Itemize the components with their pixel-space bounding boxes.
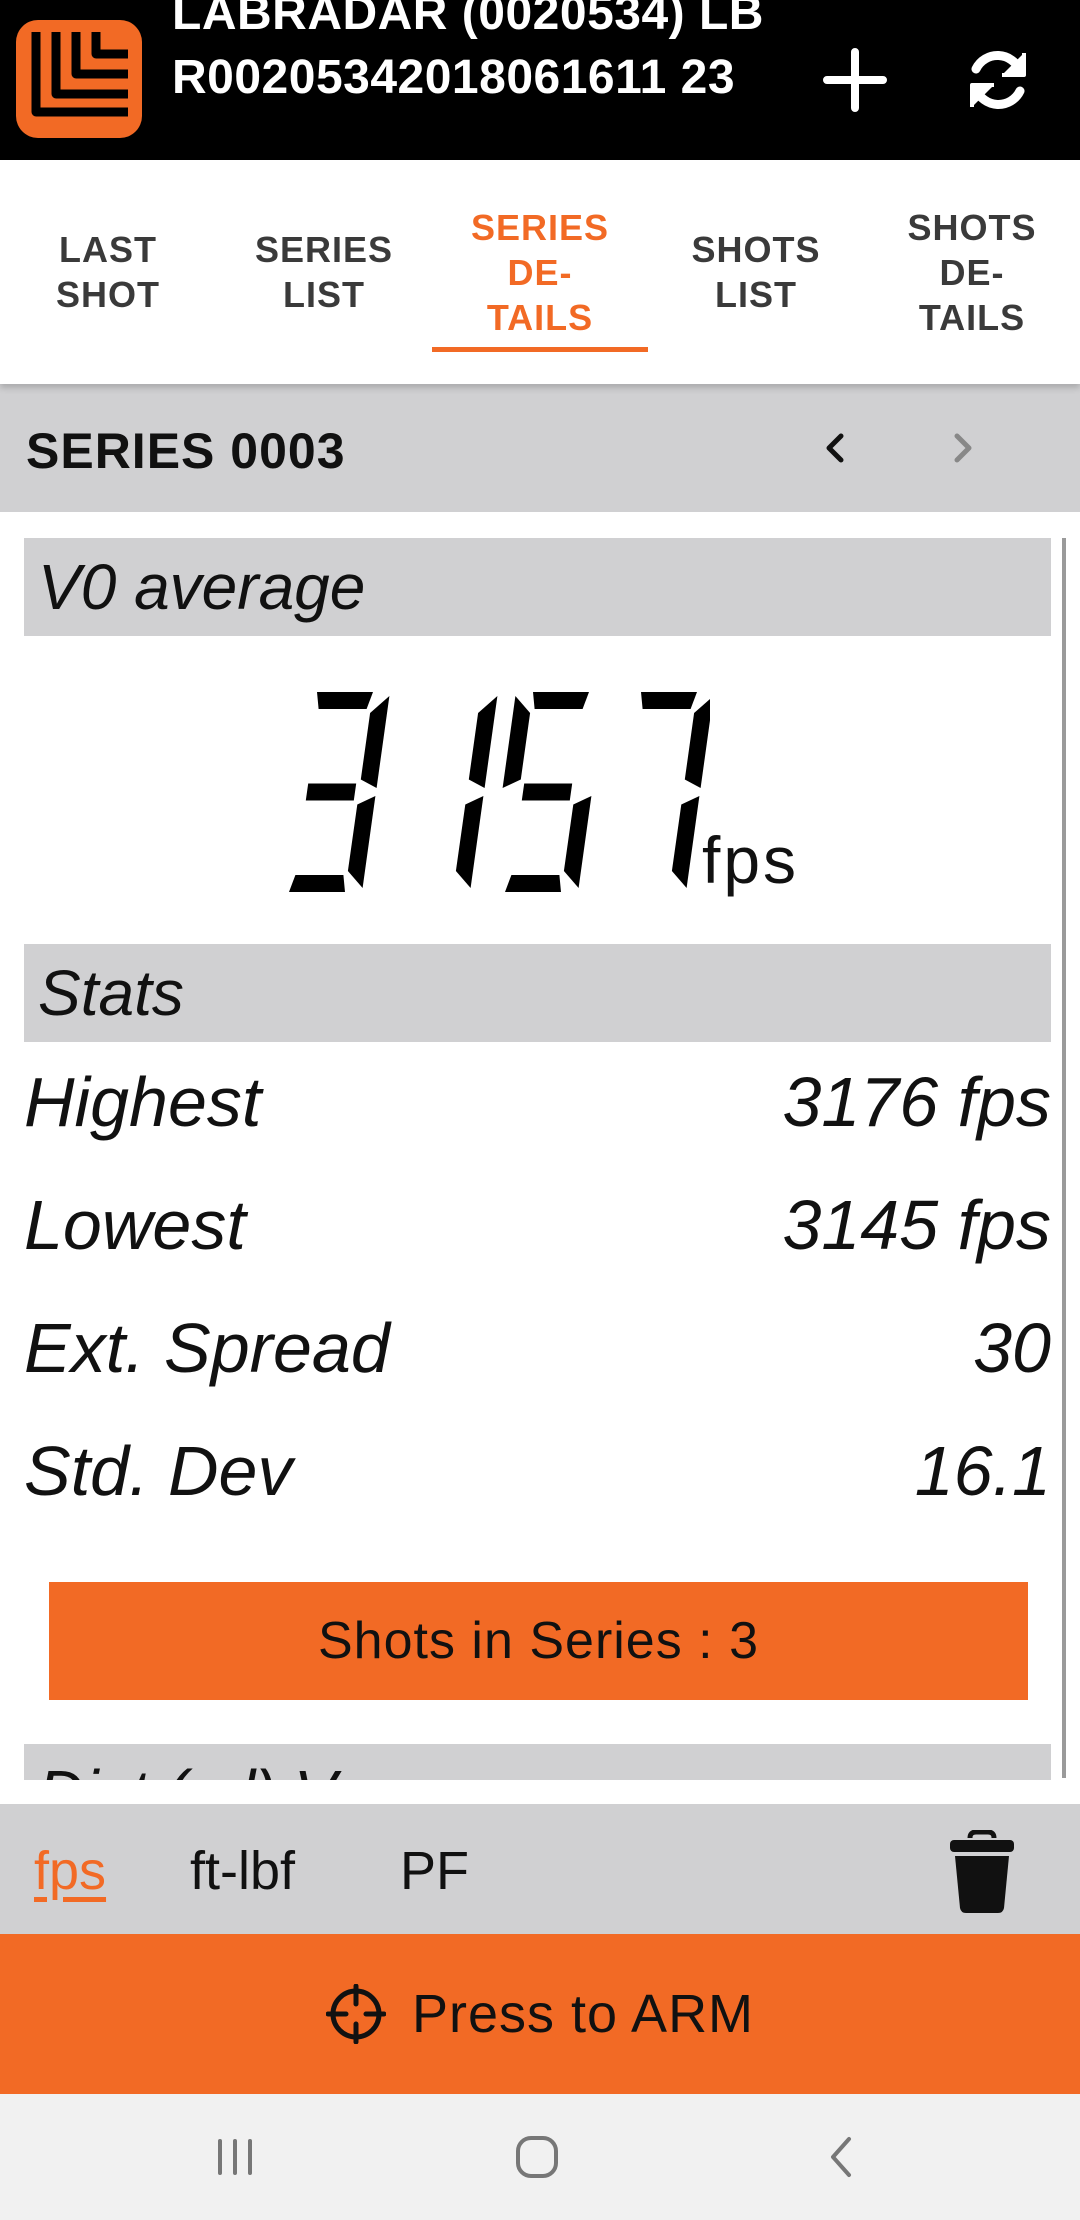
stats-header: Stats [24, 944, 1051, 1042]
series-details-content[interactable]: V0 average fps Stats Highest 3176 fps Lo… [0, 512, 1080, 1780]
stat-label: Ext. Spread [24, 1309, 390, 1387]
arm-button[interactable]: Press to ARM [0, 1934, 1080, 2094]
shots-in-series-button[interactable]: Shots in Series : 3 [49, 1582, 1028, 1700]
segment [455, 796, 484, 888]
refresh-icon [970, 51, 1026, 109]
stat-value: 3176 fps [782, 1063, 1051, 1141]
segment [360, 696, 390, 788]
tab-last-shot[interactable]: LAST SHOT [0, 160, 216, 384]
recent-apps-icon [218, 2139, 252, 2175]
stat-label: Highest [24, 1063, 262, 1141]
digit-7 [641, 692, 710, 888]
segment [468, 696, 498, 788]
tab-bar: LAST SHOT SERIES LIST SERIES DE- TAILS S… [0, 160, 1080, 384]
trash-icon[interactable] [946, 1830, 1018, 1914]
stats-label: Stats [38, 957, 184, 1029]
stat-label: Lowest [24, 1186, 246, 1264]
stat-label: Std. Dev [24, 1432, 293, 1510]
scrollbar[interactable] [1062, 538, 1066, 1778]
digit-1 [455, 696, 498, 888]
segment [505, 875, 561, 892]
v0-average-header: V0 average [24, 538, 1051, 636]
unit-ft-lbf[interactable]: ft-lbf [190, 1840, 295, 1902]
digit-5 [502, 692, 592, 892]
device-title: LABRADAR (0020534) LBR00205342018061611 … [172, 0, 764, 104]
labradar-logo-icon [16, 20, 142, 138]
back-icon [831, 2137, 851, 2177]
stat-row-highest: Highest 3176 fps [24, 1062, 1051, 1152]
stat-row-lowest: Lowest 3145 fps [24, 1185, 1051, 1275]
v0-average-unit: fps [702, 823, 800, 897]
plus-icon [823, 48, 887, 112]
v0-average-label: V0 average [38, 551, 366, 623]
home-icon [516, 2136, 558, 2178]
chevron-right-icon [954, 433, 972, 463]
stat-value: 16.1 [914, 1432, 1051, 1510]
back-button[interactable] [806, 2124, 876, 2190]
digit-3 [289, 692, 390, 892]
segment [289, 875, 345, 892]
crosshair-icon [325, 1984, 386, 2044]
system-navigation-bar [0, 2094, 1080, 2220]
arm-label: Press to ARM [411, 1984, 755, 2044]
previous-series-button[interactable] [795, 408, 875, 488]
segment [641, 692, 697, 709]
stat-value: 3145 fps [782, 1186, 1051, 1264]
series-title: SERIES 0003 [26, 423, 346, 479]
segment [684, 698, 710, 788]
distance-velocity-label: Dist (yd) V [38, 1756, 337, 1780]
tab-series-list[interactable]: SERIES LIST [216, 160, 432, 384]
recent-apps-button[interactable] [200, 2124, 270, 2190]
segment [533, 692, 589, 709]
series-header: SERIES 0003 [0, 384, 1080, 512]
segment [671, 796, 700, 888]
next-series-button[interactable] [923, 408, 1003, 488]
unit-pf[interactable]: PF [400, 1840, 469, 1902]
refresh-button[interactable] [958, 40, 1038, 120]
home-button[interactable] [502, 2124, 572, 2190]
v0-average-value [289, 692, 710, 892]
segment [563, 796, 592, 888]
segment [521, 783, 573, 801]
app-bar: LABRADAR (0020534) LBR00205342018061611 … [0, 0, 1080, 160]
tab-shots-details[interactable]: SHOTS DE- TAILS [864, 160, 1080, 384]
distance-velocity-header: Dist (yd) V [24, 1744, 1051, 1780]
segment [305, 783, 357, 801]
tab-shots-list[interactable]: SHOTS LIST [648, 160, 864, 384]
segment [317, 692, 373, 709]
tab-series-details[interactable]: SERIES DE- TAILS [432, 160, 648, 384]
segment [347, 796, 376, 888]
stat-row-ext-spread: Ext. Spread 30 [24, 1308, 1051, 1398]
units-bar: fps ft-lbf PF [0, 1804, 1080, 1934]
stat-row-std-dev: Std. Dev 16.1 [24, 1431, 1051, 1521]
chevron-left-icon [826, 433, 844, 463]
segment [502, 696, 531, 788]
unit-fps[interactable]: fps [34, 1840, 106, 1902]
add-button[interactable] [815, 40, 895, 120]
stat-value: 30 [973, 1309, 1051, 1387]
